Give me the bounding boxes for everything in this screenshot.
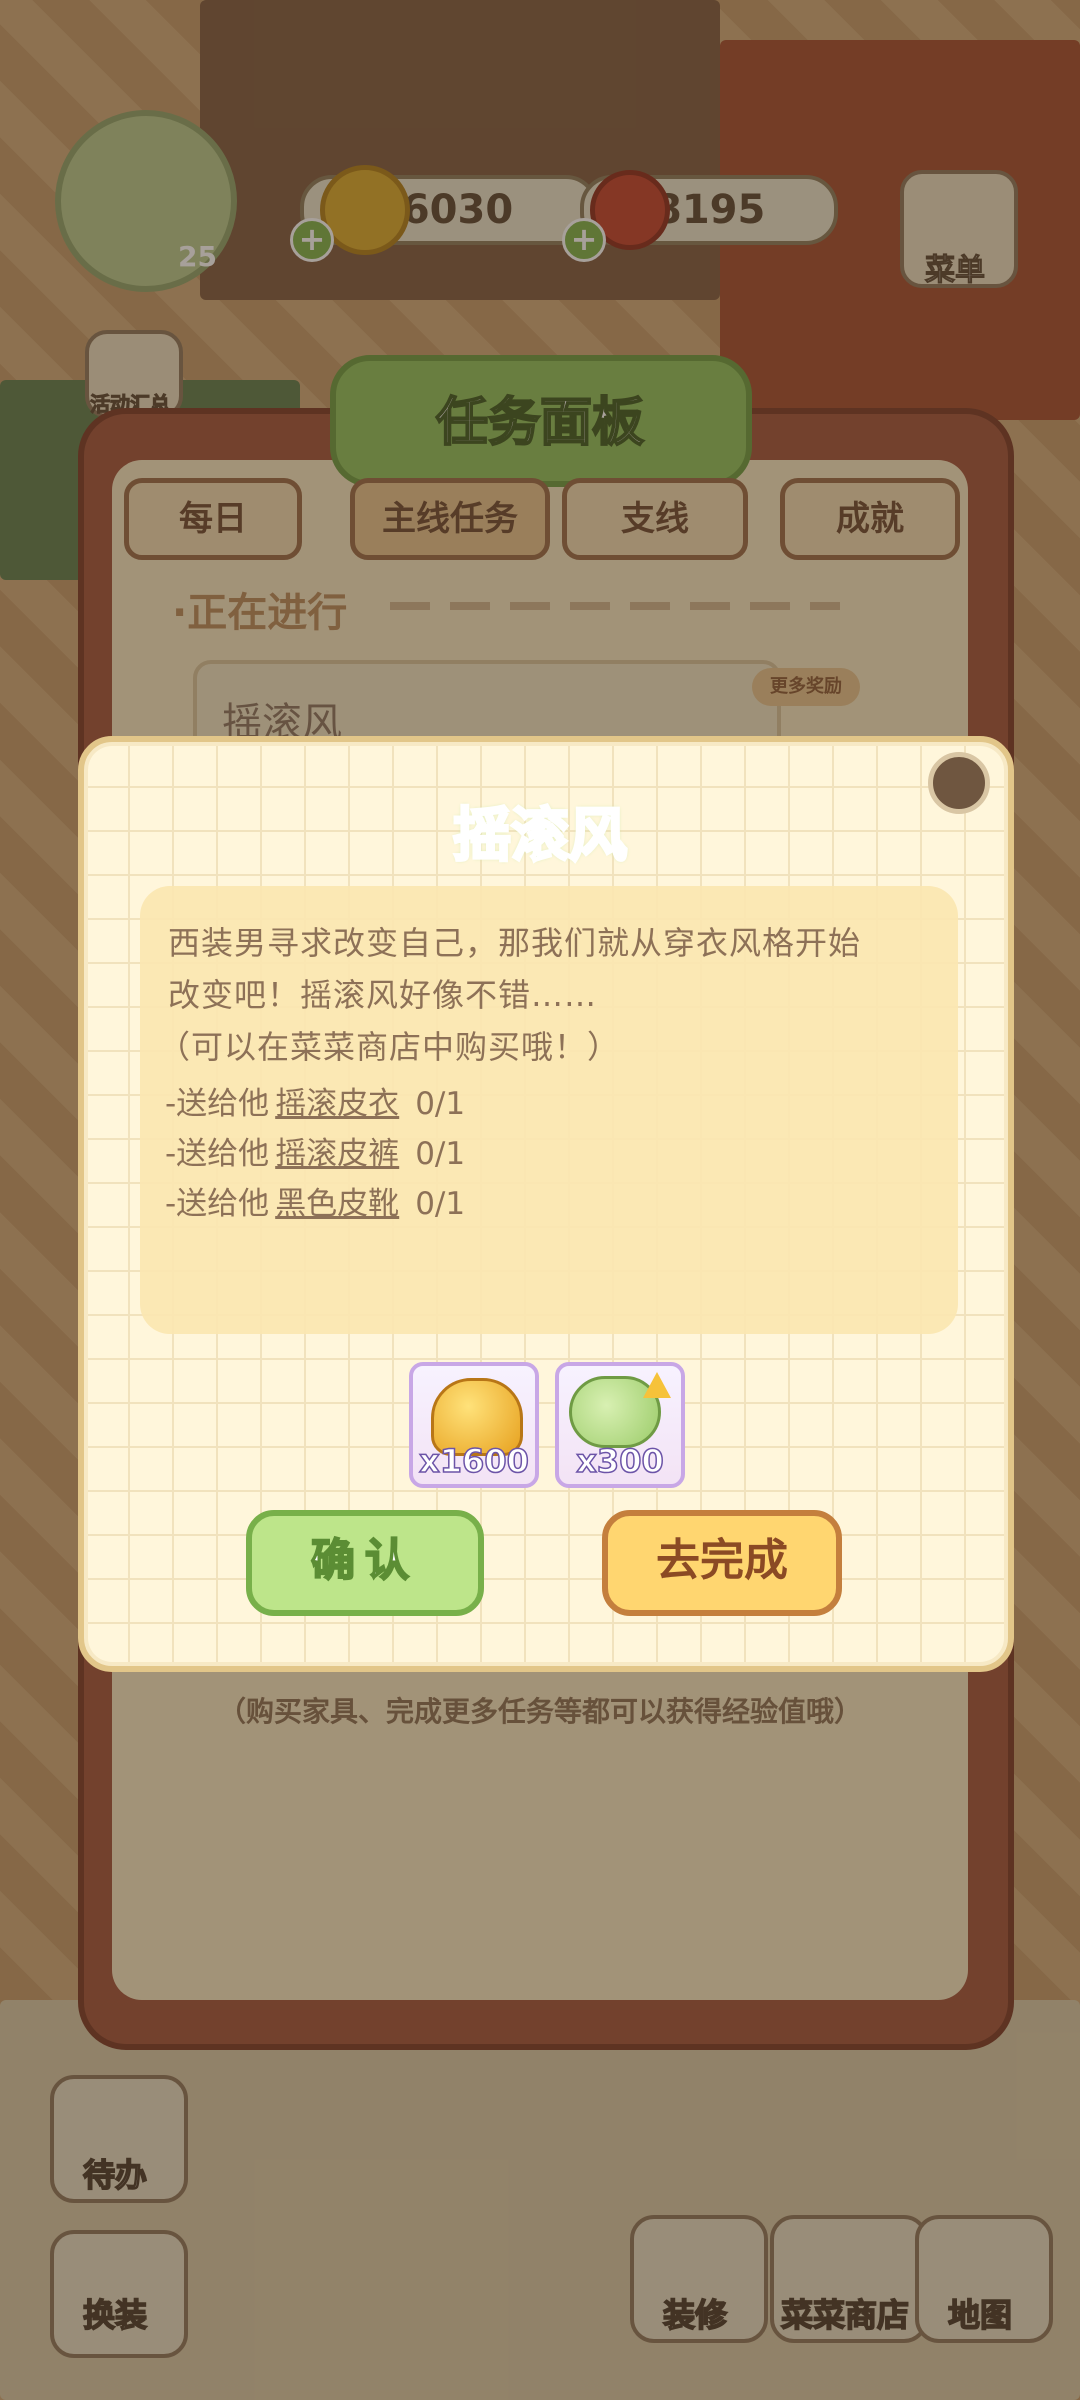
requirement-item-link[interactable]: 摇滚皮裤: [275, 1136, 399, 1172]
description-line-2: 改变吧！摇滚风好像不错……: [168, 976, 598, 1014]
reward-count: x1600: [418, 1441, 529, 1481]
reward-gold-coins[interactable]: x1600: [409, 1362, 539, 1488]
go-complete-button[interactable]: 去完成: [602, 1510, 842, 1616]
reward-experience[interactable]: x300: [555, 1362, 685, 1488]
requirement-prefix: -送给他: [165, 1186, 270, 1222]
requirement-prefix: -送给他: [165, 1136, 270, 1172]
reward-count: x300: [576, 1441, 665, 1481]
requirement-progress: 0/1: [415, 1186, 466, 1222]
requirement-row: -送给他 黑色皮靴 0/1: [165, 1178, 465, 1223]
dialog-title: 摇滚风: [451, 800, 628, 871]
requirement-item-link[interactable]: 摇滚皮衣: [275, 1086, 399, 1122]
description-line-1: 西装男寻求改变自己，那我们就从穿衣风格开始: [168, 924, 862, 962]
description-line-3: （可以在菜菜商店中购买哦！）: [158, 1028, 621, 1066]
requirement-progress: 0/1: [415, 1086, 466, 1122]
confirm-button[interactable]: 确认: [246, 1510, 484, 1616]
requirement-row: -送给他 摇滚皮衣 0/1: [165, 1078, 465, 1123]
requirement-progress: 0/1: [415, 1136, 466, 1172]
requirement-prefix: -送给他: [165, 1086, 270, 1122]
requirement-item-link[interactable]: 黑色皮靴: [275, 1186, 399, 1222]
arrow-up-icon: [643, 1372, 671, 1398]
requirement-row: -送给他 摇滚皮裤 0/1: [165, 1128, 465, 1173]
